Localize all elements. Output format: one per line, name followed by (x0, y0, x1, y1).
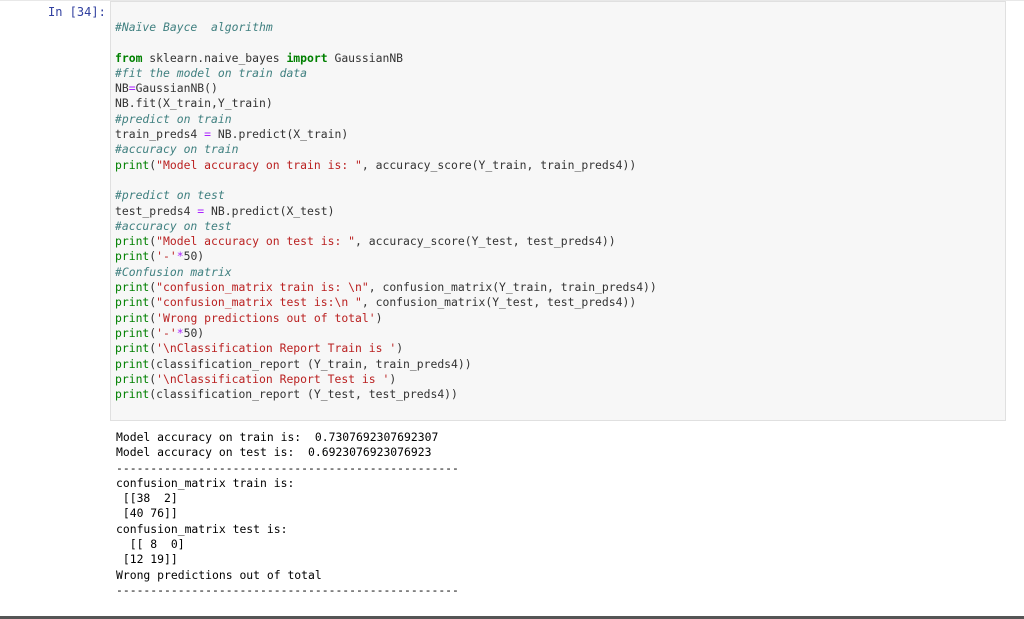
code-line: print("confusion_matrix train is: \n", c… (115, 280, 657, 295)
code-line: print("Model accuracy on test is: ", acc… (115, 234, 616, 249)
output-line: [[38 2] (116, 491, 178, 506)
code-line: NB=GaussianNB() (115, 81, 218, 96)
code-line: #accuracy on test (115, 218, 232, 233)
code-line: #fit the model on train data (115, 65, 308, 80)
code-line: #accuracy on train (115, 142, 239, 157)
output-line: ----------------------------------------… (116, 460, 459, 475)
output-line: confusion_matrix train is: (116, 475, 302, 490)
code-line: test_preds4 = NB.predict(X_test) (115, 203, 335, 218)
code-line: print("Model accuracy on train is: ", ac… (115, 157, 637, 172)
code-line: print('Wrong predictions out of total') (115, 310, 383, 325)
code-line: print('\nClassification Report Test is '… (115, 371, 397, 386)
output-line: Wrong predictions out of total (116, 567, 322, 582)
code-editor[interactable]: #Naïve Bayce algorithm​from sklearn.naiv… (115, 20, 657, 402)
output-line: Model accuracy on train is: 0.7307692307… (116, 430, 439, 444)
code-line: print('-'*50) (115, 325, 205, 340)
output-line: Model accuracy on test is: 0.69230769230… (116, 445, 432, 460)
code-line: ​ (115, 35, 657, 50)
code-line: train_preds4 = NB.predict(X_train) (115, 127, 349, 142)
cell-output: Model accuracy on train is: 0.7307692307… (116, 430, 459, 598)
code-line: #predict on test (115, 188, 225, 203)
output-line: [[ 8 0] (116, 537, 185, 552)
output-line: [40 76]] (116, 506, 178, 521)
code-line: from sklearn.naive_bayes import Gaussian… (115, 50, 404, 65)
output-line: [12 19]] (116, 552, 178, 567)
code-line: print("confusion_matrix test is:\n ", co… (115, 295, 637, 310)
code-line: #predict on train (115, 111, 232, 126)
code-line: ​ (115, 173, 657, 188)
output-line: ----------------------------------------… (116, 582, 459, 597)
code-line: print('\nClassification Report Train is … (115, 341, 404, 356)
code-line: NB.fit(X_train,Y_train) (115, 96, 273, 111)
output-line: confusion_matrix test is: (116, 521, 288, 536)
input-prompt: In [34]: (48, 5, 106, 19)
code-line: print(classification_report (Y_train, tr… (115, 356, 472, 371)
code-input-area[interactable]: #Naïve Bayce algorithm​from sklearn.naiv… (110, 1, 1006, 421)
notebook-cell[interactable]: In [34]: #Naïve Bayce algorithm​from skl… (0, 0, 1024, 619)
code-line: #Confusion matrix (115, 264, 232, 279)
code-line: print(classification_report (Y_test, tes… (115, 387, 458, 402)
code-line: print('-'*50) (115, 249, 205, 264)
code-line: #Naïve Bayce algorithm (115, 20, 273, 34)
